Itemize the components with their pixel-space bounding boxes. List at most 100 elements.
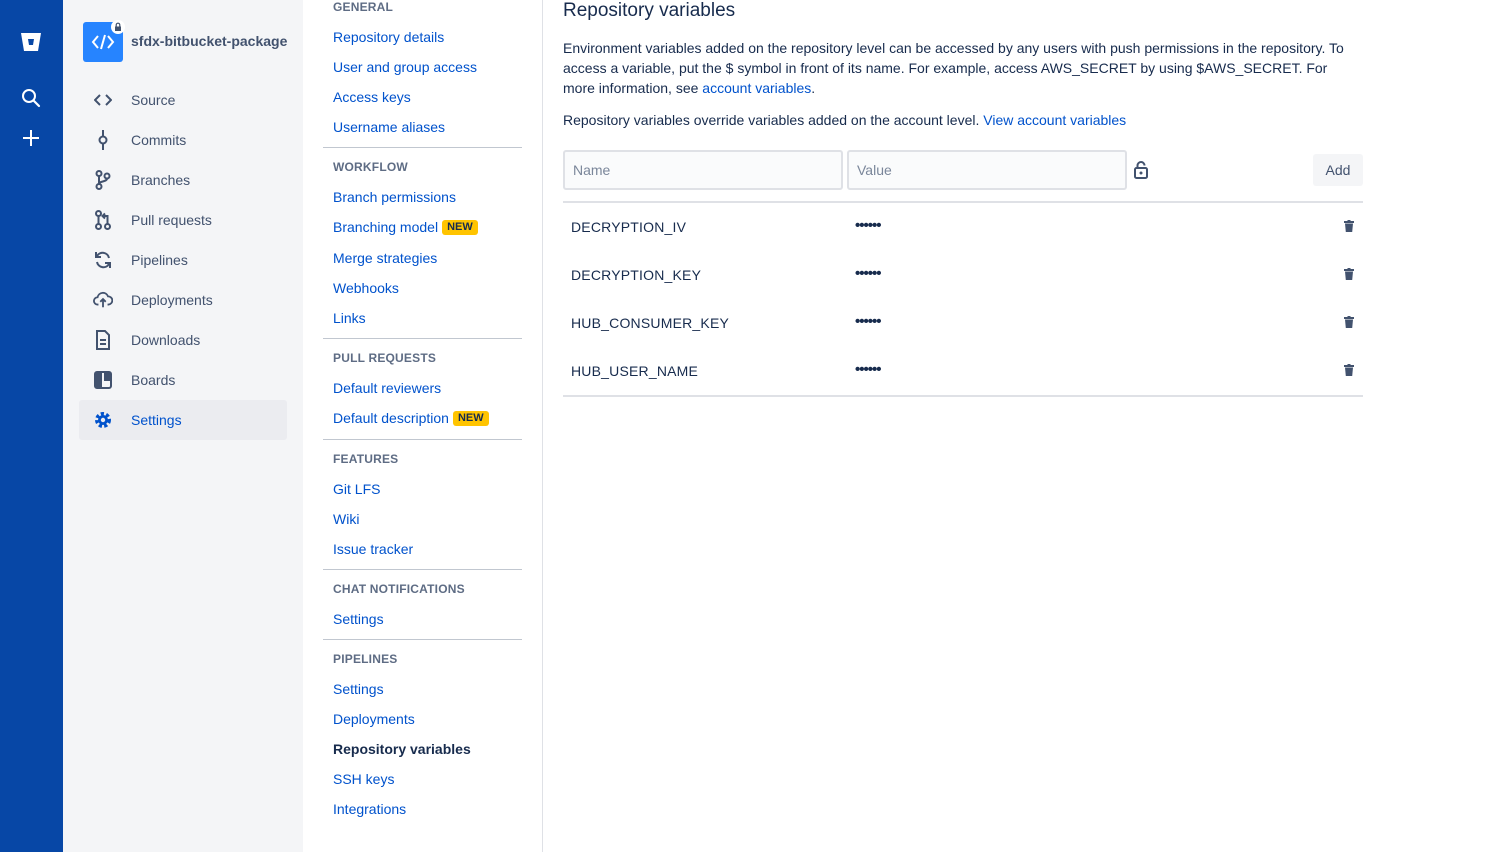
menu-link-git-lfs[interactable]: Git LFS <box>333 481 380 497</box>
create-plus-icon[interactable] <box>16 123 46 153</box>
menu-link-username-aliases[interactable]: Username aliases <box>333 119 445 135</box>
sidebar-item-label: Pull requests <box>131 212 212 228</box>
menu-divider <box>323 639 522 640</box>
account-variables-link[interactable]: account variables <box>702 80 811 96</box>
sidebar-item-label: Downloads <box>131 332 201 348</box>
menu-divider <box>323 569 522 570</box>
commit-icon <box>93 130 113 150</box>
description-text: Environment variables added on the repos… <box>563 38 1363 98</box>
repo-name[interactable]: sfdx-bitbucket-package <box>131 33 291 49</box>
sidebar-item-pull-requests[interactable]: Pull requests <box>79 200 287 240</box>
menu-divider <box>323 147 522 148</box>
sidebar-item-label: Source <box>131 92 176 108</box>
menu-heading-chat-notifications: CHAT NOTIFICATIONS <box>333 582 465 596</box>
menu-link-repository-variables[interactable]: Repository variables <box>333 741 471 757</box>
view-account-variables-link[interactable]: View account variables <box>983 112 1126 128</box>
variable-name: DECRYPTION_IV <box>571 219 687 235</box>
menu-heading-workflow: WORKFLOW <box>333 160 408 174</box>
variable-value-masked: •••••• <box>855 217 881 234</box>
variable-name: DECRYPTION_KEY <box>571 267 702 283</box>
sidebar-item-label: Deployments <box>131 292 213 308</box>
variable-name-input[interactable]: Name <box>563 150 843 190</box>
menu-link-user-and-group-access[interactable]: User and group access <box>333 59 477 75</box>
menu-link-wiki[interactable]: Wiki <box>333 511 359 527</box>
branch-icon <box>93 170 113 190</box>
search-icon[interactable] <box>16 83 46 113</box>
variable-value-masked: •••••• <box>855 361 881 378</box>
menu-link-branching-model[interactable]: Branching model NEW <box>333 219 478 235</box>
sidebar-item-source[interactable]: Source <box>79 80 287 120</box>
global-nav <box>0 0 63 852</box>
column-divider <box>542 0 543 852</box>
sidebar-item-boards[interactable]: Boards <box>79 360 287 400</box>
sidebar-item-commits[interactable]: Commits <box>79 120 287 160</box>
sidebar-item-deployments[interactable]: Deployments <box>79 280 287 320</box>
menu-link-branch-permissions[interactable]: Branch permissions <box>333 189 456 205</box>
sidebar-item-branches[interactable]: Branches <box>79 160 287 200</box>
override-text: Repository variables override variables … <box>563 110 1363 130</box>
code-icon <box>91 34 115 50</box>
add-variable-button[interactable]: Add <box>1313 154 1363 186</box>
pull-request-icon <box>93 210 113 230</box>
sidebar-item-label: Commits <box>131 132 187 148</box>
trash-icon[interactable] <box>1342 314 1356 330</box>
table-row: HUB_CONSUMER_KEY •••••• <box>563 299 1363 347</box>
menu-link-default-reviewers[interactable]: Default reviewers <box>333 380 441 396</box>
menu-link-merge-strategies[interactable]: Merge strategies <box>333 250 437 266</box>
menu-heading-pipelines: PIPELINES <box>333 652 398 666</box>
variable-value-masked: •••••• <box>855 313 881 330</box>
sidebar-item-label: Pipelines <box>131 252 188 268</box>
trash-icon[interactable] <box>1342 266 1356 282</box>
menu-link-integrations[interactable]: Integrations <box>333 801 406 817</box>
source-code-icon <box>93 90 113 110</box>
menu-heading-features: FEATURES <box>333 452 399 466</box>
description-body: Environment variables added on the repos… <box>563 40 1344 96</box>
sidebar-item-pipelines[interactable]: Pipelines <box>79 240 287 280</box>
menu-link-issue-tracker[interactable]: Issue tracker <box>333 541 413 557</box>
menu-link-pipelines-settings[interactable]: Settings <box>333 681 384 697</box>
table-row: HUB_USER_NAME •••••• <box>563 347 1363 395</box>
variable-name: HUB_CONSUMER_KEY <box>571 315 730 331</box>
menu-link-repository-details[interactable]: Repository details <box>333 29 444 45</box>
description-end: . <box>811 80 816 96</box>
page-title: Repository variables <box>563 0 736 21</box>
table-row: DECRYPTION_KEY •••••• <box>563 251 1363 299</box>
menu-heading-general: GENERAL <box>333 0 394 14</box>
menu-link-label: Branching model <box>333 219 439 235</box>
menu-link-ssh-keys[interactable]: SSH keys <box>333 771 394 787</box>
variable-value-input[interactable]: Value <box>847 150 1127 190</box>
bitbucket-logo-icon[interactable] <box>16 27 46 57</box>
menu-link-label: Default description <box>333 410 449 426</box>
table-bottom-border <box>563 395 1363 397</box>
sidebar-item-label: Boards <box>131 372 176 388</box>
app-root: sfdx-bitbucket-package Source Commits Br… <box>0 0 1500 852</box>
sidebar-item-label: Branches <box>131 172 191 188</box>
variable-name: HUB_USER_NAME <box>571 363 699 379</box>
private-lock-icon <box>111 20 125 34</box>
menu-link-access-keys[interactable]: Access keys <box>333 89 411 105</box>
menu-link-webhooks[interactable]: Webhooks <box>333 280 399 296</box>
trash-icon[interactable] <box>1342 362 1356 378</box>
gear-icon <box>93 410 113 430</box>
project-sidebar: sfdx-bitbucket-package Source Commits Br… <box>63 0 303 852</box>
sidebar-item-settings[interactable]: Settings <box>79 400 287 440</box>
new-badge: NEW <box>442 219 478 235</box>
deployments-icon <box>93 290 113 310</box>
sidebar-item-label: Settings <box>131 412 182 428</box>
sidebar-item-downloads[interactable]: Downloads <box>79 320 287 360</box>
boards-icon <box>93 370 113 390</box>
menu-link-links[interactable]: Links <box>333 310 366 326</box>
menu-heading-pull-requests: PULL REQUESTS <box>333 351 437 365</box>
secured-lock-icon[interactable] <box>1132 160 1150 180</box>
table-row: DECRYPTION_IV •••••• <box>563 203 1363 251</box>
menu-link-pipelines-deployments[interactable]: Deployments <box>333 711 415 727</box>
variable-value-masked: •••••• <box>855 265 881 282</box>
menu-divider <box>323 338 522 339</box>
menu-divider <box>323 439 522 440</box>
menu-link-default-description[interactable]: Default description NEW <box>333 410 489 426</box>
trash-icon[interactable] <box>1342 218 1356 234</box>
override-body: Repository variables override variables … <box>563 112 984 128</box>
pipelines-icon <box>93 250 113 270</box>
new-badge: NEW <box>452 410 489 426</box>
menu-link-chat-settings[interactable]: Settings <box>333 611 384 627</box>
